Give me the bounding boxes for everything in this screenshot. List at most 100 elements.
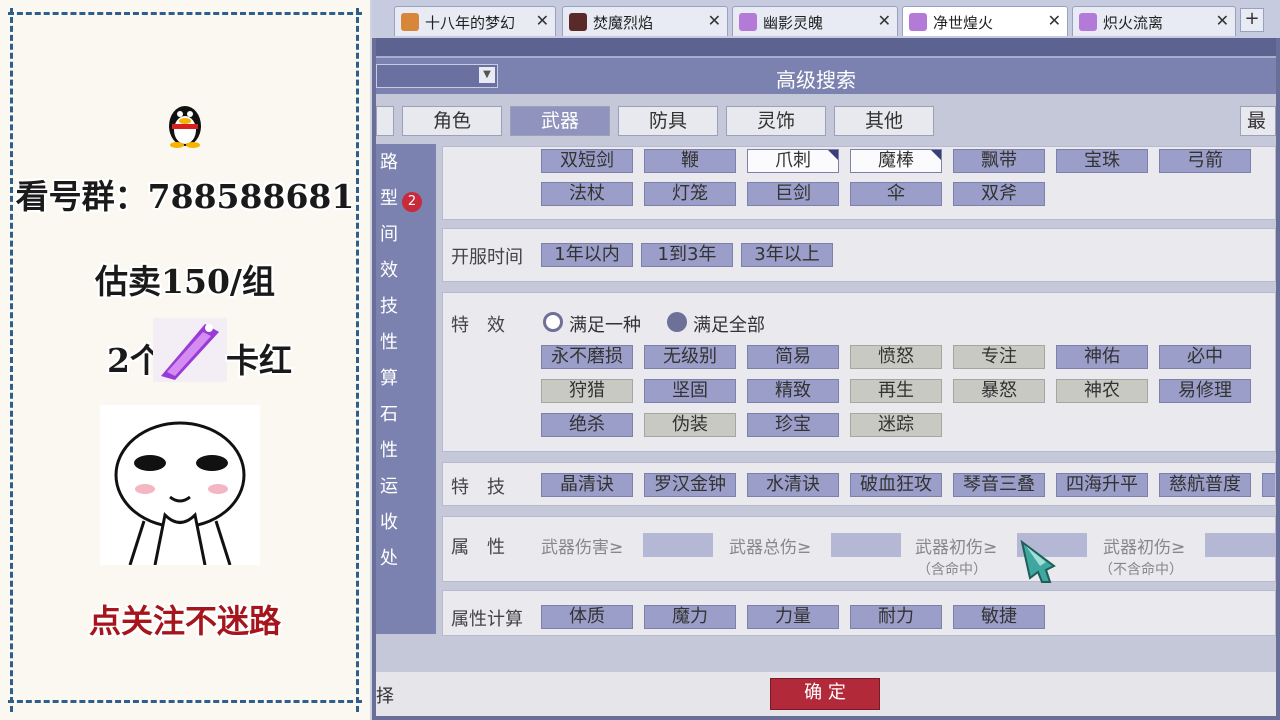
attr-calc-chip[interactable]: 体质 — [541, 605, 633, 629]
effect-chip[interactable]: 易修理 — [1159, 379, 1251, 403]
footer-left-button[interactable]: 择 — [376, 682, 394, 708]
skill-chip[interactable]: 四海升平 — [1056, 473, 1148, 497]
skill-chip[interactable]: 水清诀 — [747, 473, 839, 497]
attr-calc-chip[interactable]: 力量 — [747, 605, 839, 629]
side-nav-item[interactable]: 性 — [380, 436, 398, 462]
weapon-type-chip[interactable]: 飘带 — [953, 149, 1045, 173]
tab-label: 幽影灵魄 — [763, 14, 824, 32]
close-icon[interactable]: ✕ — [1216, 11, 1229, 30]
skill-chip[interactable]: 慈航普度 — [1159, 473, 1251, 497]
weapon-type-chip[interactable]: 宝珠 — [1056, 149, 1148, 173]
weapon-type-chip[interactable]: 法杖 — [541, 182, 633, 206]
avatar-icon — [569, 13, 587, 31]
attr-weapon-total-input[interactable] — [831, 533, 901, 557]
weapon-type-chip-selected[interactable]: 魔棒 — [850, 149, 942, 173]
weapon-type-chip[interactable]: 双斧 — [953, 182, 1045, 206]
radio-match-all-label: 满足全部 — [693, 315, 765, 336]
server-time-chip[interactable]: 3年以上 — [741, 243, 833, 267]
effect-chip[interactable]: 绝杀 — [541, 413, 633, 437]
side-nav-item[interactable]: 间 — [380, 220, 398, 246]
tab-5[interactable]: 炽火流离 ✕ — [1072, 6, 1236, 36]
attr-calc-chip[interactable]: 魔力 — [644, 605, 736, 629]
side-nav-item[interactable]: 性 — [380, 328, 398, 354]
effect-chip[interactable]: 狩猎 — [541, 379, 633, 403]
attr-weapon-init-nohit-input[interactable] — [1205, 533, 1275, 557]
close-icon[interactable]: ✕ — [878, 11, 891, 30]
weapon-type-chip[interactable]: 双短剑 — [541, 149, 633, 173]
effect-chip[interactable]: 神农 — [1056, 379, 1148, 403]
attr-calc-chip[interactable]: 耐力 — [850, 605, 942, 629]
chevron-down-icon: ▼ — [479, 67, 495, 83]
tab-4-active[interactable]: 净世煌火 ✕ — [902, 6, 1068, 36]
side-nav-item[interactable]: 运 — [380, 472, 398, 498]
side-nav-item[interactable]: 算 — [380, 364, 398, 390]
side-nav-item[interactable]: 收 — [380, 508, 398, 534]
side-nav-item[interactable]: 处 — [380, 544, 398, 570]
attr-weapon-damage-input[interactable] — [643, 533, 713, 557]
weapon-type-chip-selected[interactable]: 爪刺 — [747, 149, 839, 173]
tab-category-other[interactable]: 其他 — [834, 106, 934, 136]
effect-chip[interactable]: 坚固 — [644, 379, 736, 403]
attr-weapon-init-nohit-sub: （不含命中） — [1099, 562, 1183, 578]
effect-chip[interactable]: 简易 — [747, 345, 839, 369]
game-window: ▼ 高级搜索 角色 武器 防具 灵饰 其他 最 路 型 2 间 效 技 性 算 … — [376, 38, 1276, 716]
effect-chip[interactable]: 必中 — [1159, 345, 1251, 369]
side-nav-item[interactable]: 路 — [380, 148, 398, 174]
skills-panel: 特 技 晶清诀 罗汉金钟 水清诀 破血狂攻 琴音三叠 四海升平 慈航普度 — [442, 462, 1276, 506]
side-nav-item[interactable]: 型 — [380, 184, 398, 210]
effect-chip[interactable]: 再生 — [850, 379, 942, 403]
effect-chip[interactable]: 迷踪 — [850, 413, 942, 437]
category-partial[interactable] — [376, 106, 394, 136]
radio-match-any[interactable] — [543, 312, 563, 332]
radio-match-all[interactable] — [667, 312, 687, 332]
tab-1[interactable]: 十八年的梦幻 ✕ — [394, 6, 556, 36]
weapon-type-chip[interactable]: 鞭 — [644, 149, 736, 173]
side-nav-item[interactable]: 技 — [380, 292, 398, 318]
tab-category-armor[interactable]: 防具 — [618, 106, 718, 136]
new-tab-button[interactable]: + — [1240, 8, 1264, 32]
weapon-type-panel: 双短剑 鞭 爪刺 魔棒 飘带 宝珠 弓箭 法杖 灯笼 巨剑 伞 双斧 — [442, 146, 1276, 220]
weapon-type-chip[interactable]: 灯笼 — [644, 182, 736, 206]
radio-match-any-label: 满足一种 — [569, 315, 641, 336]
effect-chip[interactable]: 精致 — [747, 379, 839, 403]
effect-chip[interactable]: 神佑 — [1056, 345, 1148, 369]
effect-chip[interactable]: 专注 — [953, 345, 1045, 369]
server-time-chip[interactable]: 1年以内 — [541, 243, 633, 267]
server-select[interactable]: ▼ — [376, 64, 498, 88]
side-nav: 路 型 2 间 效 技 性 算 石 性 运 收 处 — [376, 144, 436, 634]
tab-category-accessory[interactable]: 灵饰 — [726, 106, 826, 136]
tab-category-weapon[interactable]: 武器 — [510, 106, 610, 136]
skill-chip[interactable]: 罗汉金钟 — [644, 473, 736, 497]
weapon-type-chip[interactable]: 巨剑 — [747, 182, 839, 206]
close-icon[interactable]: ✕ — [536, 11, 549, 30]
server-time-chip[interactable]: 1到3年 — [641, 243, 733, 267]
close-icon[interactable]: ✕ — [708, 11, 721, 30]
skill-chip[interactable]: 破血狂攻 — [850, 473, 942, 497]
effect-chip[interactable]: 伪装 — [644, 413, 736, 437]
server-time-label: 开服时间 — [451, 247, 523, 268]
tab-category-recent[interactable]: 最 — [1240, 106, 1276, 136]
attr-calc-chip[interactable]: 敏捷 — [953, 605, 1045, 629]
border-ornament-bottom — [8, 700, 362, 703]
side-nav-item[interactable]: 石 — [380, 400, 398, 426]
skill-chip[interactable]: 琴音三叠 — [953, 473, 1045, 497]
attr-weapon-init-nohit-label: 武器初伤≥ — [1103, 538, 1186, 558]
tab-category-role[interactable]: 角色 — [402, 106, 502, 136]
effect-chip[interactable]: 愤怒 — [850, 345, 942, 369]
skill-chip[interactable]: 晶清诀 — [541, 473, 633, 497]
weapon-type-chip[interactable]: 伞 — [850, 182, 942, 206]
effect-chip[interactable]: 暴怒 — [953, 379, 1045, 403]
dialog-content: 角色 武器 防具 灵饰 其他 最 路 型 2 间 效 技 性 算 石 性 运 收… — [376, 94, 1276, 716]
skill-chip-partial[interactable] — [1262, 473, 1275, 497]
side-nav-item[interactable]: 效 — [380, 256, 398, 282]
close-icon[interactable]: ✕ — [1048, 11, 1061, 30]
effect-chip[interactable]: 永不磨损 — [541, 345, 633, 369]
confirm-button[interactable]: 确 定 — [770, 678, 880, 710]
tab-2[interactable]: 焚魔烈焰 ✕ — [562, 6, 728, 36]
tab-3[interactable]: 幽影灵魄 ✕ — [732, 6, 898, 36]
effects-label: 特 效 — [451, 315, 505, 336]
effect-chip[interactable]: 无级别 — [644, 345, 736, 369]
weapon-type-chip[interactable]: 弓箭 — [1159, 149, 1251, 173]
effect-chip[interactable]: 珍宝 — [747, 413, 839, 437]
server-time-panel: 开服时间 1年以内 1到3年 3年以上 — [442, 228, 1276, 282]
